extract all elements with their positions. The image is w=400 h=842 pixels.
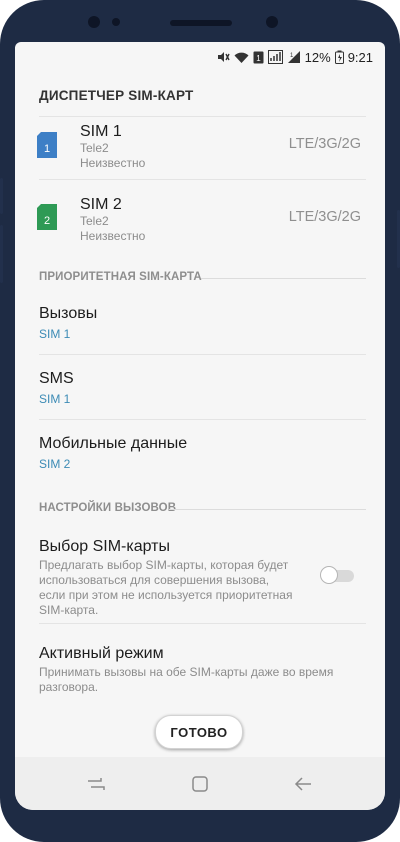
item-value: SIM 1 xyxy=(39,392,71,406)
done-button[interactable]: ГОТОВО xyxy=(155,715,243,749)
status-bar: 1 1 12% 9:21 xyxy=(216,48,373,66)
mute-icon xyxy=(216,50,230,64)
back-arrow-icon xyxy=(294,777,311,791)
svg-text:1: 1 xyxy=(256,54,261,63)
left-side-button xyxy=(0,225,3,283)
item-title: SMS xyxy=(39,370,74,387)
active-mode-row[interactable]: Активный режим Принимать вызовы на обе S… xyxy=(15,624,385,706)
navigation-bar xyxy=(15,757,385,810)
toggle-thumb xyxy=(320,566,338,584)
phone-frame: 1 1 12% 9:21 ДИСПЕТЧЕР SIM-КАРТ 1 SIM 1 … xyxy=(0,0,400,842)
desc-line: Предлагать выбор SIM-карты, которая буде… xyxy=(39,558,289,572)
sensor xyxy=(112,18,120,26)
desc-line: разговора. xyxy=(39,680,99,694)
section-header-priority: ПРИОРИТЕТНАЯ SIM-КАРТА xyxy=(39,271,202,283)
item-title: Выбор SIM-карты xyxy=(39,538,170,555)
battery-icon xyxy=(334,50,344,64)
home-button[interactable] xyxy=(186,770,214,798)
section-header-call-settings: НАСТРОЙКИ ВЫЗОВОВ xyxy=(39,502,177,514)
top-bezel xyxy=(0,0,400,42)
sim-state: Неизвестно xyxy=(80,229,146,243)
sim-operator: Tele2 xyxy=(80,214,109,228)
recent-apps-icon xyxy=(88,778,105,790)
wifi-icon xyxy=(234,51,249,64)
item-description: Предлагать выбор SIM-карты, которая буде… xyxy=(39,558,309,618)
sim-2-row[interactable]: 2 SIM 2 Tele2 Неизвестно LTE/3G/2G xyxy=(15,180,385,244)
recent-apps-button[interactable] xyxy=(82,770,110,798)
sensor xyxy=(88,16,100,28)
item-value: SIM 1 xyxy=(39,327,71,341)
home-icon xyxy=(192,776,208,792)
sim-card-icon: 1 xyxy=(37,132,57,158)
section-divider xyxy=(169,509,366,510)
item-description: Принимать вызовы на обе SIM-карты даже в… xyxy=(39,665,369,695)
page-title: ДИСПЕТЧЕР SIM-КАРТ xyxy=(39,88,194,103)
sim-card-icon: 2 xyxy=(37,204,57,230)
earpiece-speaker xyxy=(170,20,232,26)
sim-choice-toggle[interactable] xyxy=(320,566,356,584)
front-camera xyxy=(266,16,278,28)
left-side-button xyxy=(0,178,3,214)
sim1-signal-icon: 1 xyxy=(287,50,301,64)
sim-number: 1 xyxy=(44,143,50,155)
sim-state: Неизвестно xyxy=(80,156,146,170)
item-title: Вызовы xyxy=(39,305,98,322)
desc-line: если при этом не используется приоритетн… xyxy=(39,588,293,602)
sim1-badge-icon: 1 xyxy=(253,51,264,64)
signal-icon xyxy=(267,50,283,64)
item-title: Мобильные данные xyxy=(39,435,188,452)
desc-line: SIM-карта. xyxy=(39,603,99,617)
desc-line: использоваться для совершения вызова, xyxy=(39,573,270,587)
sim-network: LTE/3G/2G xyxy=(288,136,361,152)
sim-name: SIM 2 xyxy=(80,196,122,213)
section-divider xyxy=(201,278,366,279)
sim-operator: Tele2 xyxy=(80,141,109,155)
clock: 9:21 xyxy=(347,49,373,65)
sim-number: 2 xyxy=(44,215,50,227)
item-value: SIM 2 xyxy=(39,457,71,471)
sim-1-row[interactable]: 1 SIM 1 Tele2 Неизвестно LTE/3G/2G xyxy=(15,117,385,179)
sim-network: LTE/3G/2G xyxy=(288,209,361,225)
priority-calls-row[interactable]: Вызовы SIM 1 xyxy=(15,292,385,354)
back-button[interactable] xyxy=(289,770,317,798)
sim-name: SIM 1 xyxy=(80,123,122,140)
priority-data-row[interactable]: Мобильные данные SIM 2 xyxy=(15,420,385,484)
screen: 1 1 12% 9:21 ДИСПЕТЧЕР SIM-КАРТ 1 SIM 1 … xyxy=(15,42,385,810)
priority-sms-row[interactable]: SMS SIM 1 xyxy=(15,355,385,419)
item-title: Активный режим xyxy=(39,645,164,662)
desc-line: Принимать вызовы на обе SIM-карты даже в… xyxy=(39,665,334,679)
battery-percent: 12% xyxy=(304,49,331,65)
